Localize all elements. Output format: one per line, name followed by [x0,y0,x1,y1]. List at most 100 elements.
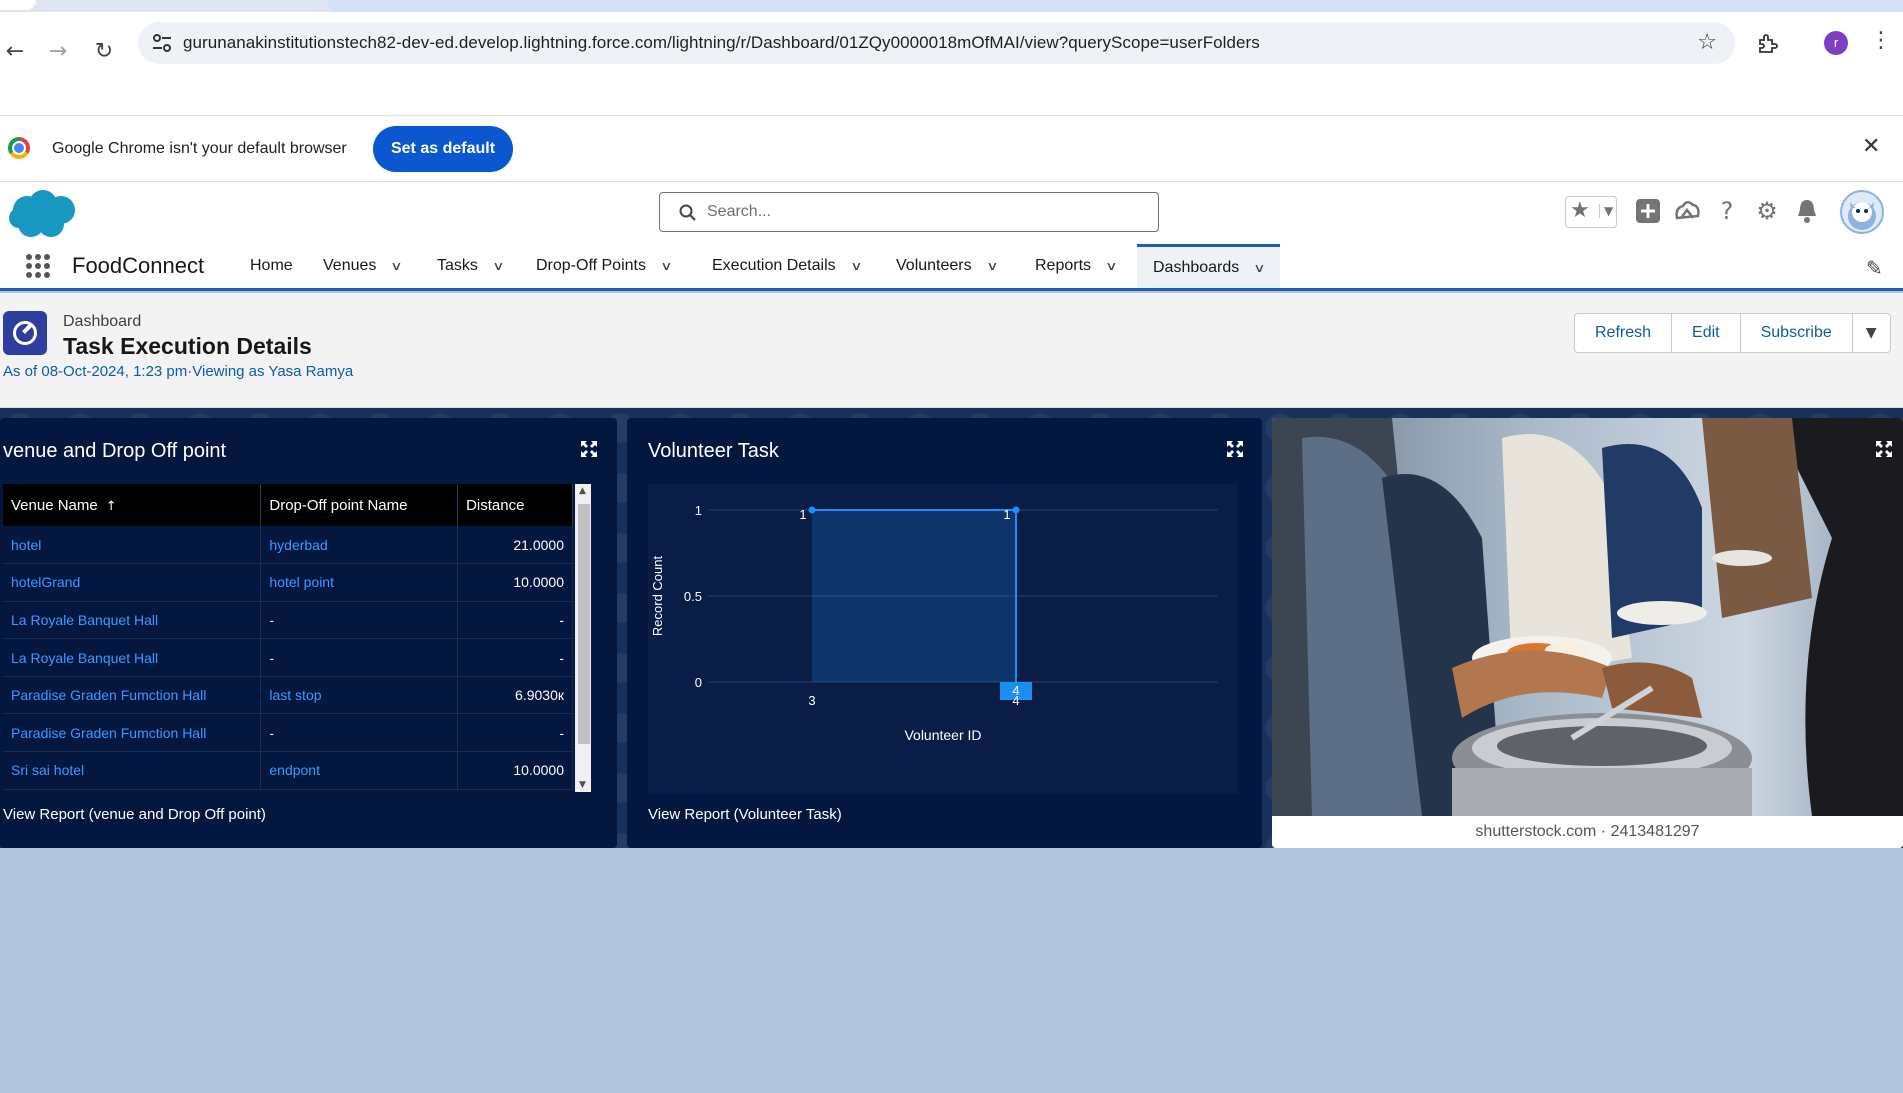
table-row[interactable]: La Royale Banquet Hall - - [3,601,573,640]
nav-item-drop-off-points[interactable]: Drop-Off Points ∨ [536,244,673,288]
cell-venue[interactable]: hotel [3,526,262,565]
chrome-menu-icon[interactable]: ⋮ [1870,28,1892,53]
cell-distance: 10.0000 [457,563,573,602]
cell-dropoff[interactable]: endpont [260,751,459,790]
nav-item-tasks[interactable]: Tasks ∨ [437,244,504,288]
site-settings-icon[interactable] [150,31,174,55]
refresh-button[interactable]: Refresh [1574,313,1673,353]
chevron-down-icon[interactable]: ∨ [660,244,672,288]
column-header-distance[interactable]: Distance [457,484,573,526]
cell-distance: 6.9030к [457,676,573,715]
cell-dropoff[interactable]: hotel point [260,563,459,602]
widget-image: shutterstock.com · 2413481297 [1272,418,1903,848]
favorites-button[interactable]: ★ ▼ [1565,196,1617,228]
page-title: Task Execution Details [63,333,312,359]
table-scrollbar[interactable]: ▲ ▼ [575,484,591,792]
user-avatar[interactable] [1840,190,1884,234]
chevron-down-icon[interactable]: ∨ [492,244,504,288]
nav-item-execution-details[interactable]: Execution Details ∨ [712,244,862,288]
chevron-down-icon[interactable]: ∨ [850,244,862,288]
widget-venue-dropoff: venue and Drop Off point Venue Name ↑ Dro… [0,418,617,848]
chevron-down-icon[interactable]: ∨ [1254,248,1266,289]
expand-icon[interactable] [1875,440,1893,458]
nav-item-dashboards[interactable]: Dashboards ∨ [1137,244,1281,289]
nav-item-label: Home [250,257,293,274]
cell-venue[interactable]: La Royale Banquet Hall [3,638,262,677]
cell-dropoff[interactable]: last stop [260,676,459,715]
table-row[interactable]: Paradise Graden Fumction Hall last stop 6.… [3,676,573,715]
global-actions-icon[interactable] [1632,195,1664,227]
table-row[interactable]: La Royale Banquet Hall - - [3,638,573,677]
food-serving-photo [1272,418,1903,816]
close-icon[interactable]: ✕ [1862,134,1880,159]
expand-icon[interactable] [580,440,598,458]
extensions-icon[interactable] [1756,32,1780,56]
edit-button[interactable]: Edit [1671,313,1741,353]
chevron-down-icon[interactable]: ∨ [391,244,403,288]
url-text[interactable]: gurunanakinstitutionstech82-dev-ed.devel… [183,22,1260,64]
expand-icon[interactable] [1226,440,1244,458]
dashboard-meta: As of 08-Oct-2024, 1:23 pm·Viewing as Ya… [3,363,354,380]
nav-item-label: Tasks [437,257,478,274]
profile-avatar[interactable]: r [1824,31,1848,55]
global-header: Search... ★ ▼ ? ⚙ [0,182,1903,244]
nav-item-label: Reports [1035,257,1092,274]
sort-ascending-icon[interactable]: ↑ [106,499,117,514]
notifications-bell-icon[interactable] [1791,195,1823,227]
cell-dropoff: - [260,601,459,640]
nav-item-reports[interactable]: Reports ∨ [1035,244,1118,288]
nav-item-venues[interactable]: Venues ∨ [323,244,403,288]
forward-icon[interactable]: → [44,38,72,66]
view-report-link[interactable]: View Report (venue and Drop Off point) [3,806,266,823]
help-icon[interactable]: ? [1711,195,1743,227]
cell-venue[interactable]: La Royale Banquet Hall [3,601,262,640]
nav-item-label: Volunteers [896,257,972,274]
cell-venue[interactable]: Paradise Graden Fumction Hall [3,676,262,715]
view-report-link[interactable]: View Report (Volunteer Task) [648,806,842,823]
chevron-down-icon[interactable]: ▼ [1599,204,1613,218]
cell-venue[interactable]: Sri sai hotel [3,751,262,790]
edit-nav-pencil-icon[interactable]: ✎ [1866,256,1883,280]
back-icon[interactable]: ← [1,38,29,66]
y-tick-label: 0.5 [684,589,702,604]
chevron-down-icon[interactable]: ∨ [986,244,998,288]
cell-dropoff[interactable]: hyderbad [260,526,459,565]
scrollbar-thumb[interactable] [578,504,590,744]
table-row[interactable]: Paradise Graden Fumction Hall - - [3,713,573,753]
x-axis-label: Volunteer ID [904,727,981,743]
cell-venue[interactable]: hotelGrand [3,563,262,602]
table-row[interactable]: Sri sai hotel endpont 10.0000 [3,751,573,790]
table-header-row: Venue Name ↑ Drop-Off point Name Distance [3,484,573,526]
more-actions-button[interactable]: ▼ [1851,313,1891,353]
chrome-logo-icon [8,137,30,159]
scroll-up-icon[interactable]: ▲ [579,486,586,496]
nav-item-label: Drop-Off Points [536,257,646,274]
cell-distance: 10.0000 [457,751,573,790]
app-launcher-icon[interactable] [25,253,51,279]
global-search-input[interactable]: Search... [659,192,1159,232]
chevron-down-icon[interactable]: ∨ [1105,244,1117,288]
nav-item-volunteers[interactable]: Volunteers ∨ [896,244,998,288]
reload-icon[interactable]: ↻ [90,38,118,66]
table-row[interactable]: hotel hyderbad 21.0000 [3,526,573,565]
column-header-dropoff[interactable]: Drop-Off point Name [260,484,459,526]
scroll-down-icon[interactable]: ▼ [579,780,586,790]
setup-gear-icon[interactable]: ⚙ [1751,195,1783,227]
subscribe-button[interactable]: Subscribe [1739,313,1853,353]
address-bar[interactable]: gurunanakinstitutionstech82-dev-ed.devel… [138,22,1735,64]
salesforce-logo[interactable] [7,188,79,240]
app-navigation-bar: FoodConnect Home Venues ∨ Tasks ∨ Drop-Off… [0,244,1903,291]
bookmark-star-icon[interactable]: ☆ [1697,30,1717,55]
x-tick-label: 4 [1012,693,1019,708]
trailhead-icon[interactable] [1671,195,1703,227]
cell-venue[interactable]: Paradise Graden Fumction Hall [3,713,262,753]
column-header-venue[interactable]: Venue Name ↑ [3,484,262,526]
table-row[interactable]: hotelGrand hotel point 10.0000 [3,563,573,602]
set-as-default-button[interactable]: Set as default [373,126,513,172]
cell-distance: - [457,713,573,753]
data-label: 1 [799,507,806,522]
nav-item-home[interactable]: Home [250,244,293,288]
chevron-down-icon: ▼ [1865,325,1877,341]
active-tab[interactable] [328,0,1903,12]
tab-strip-left [0,0,36,10]
